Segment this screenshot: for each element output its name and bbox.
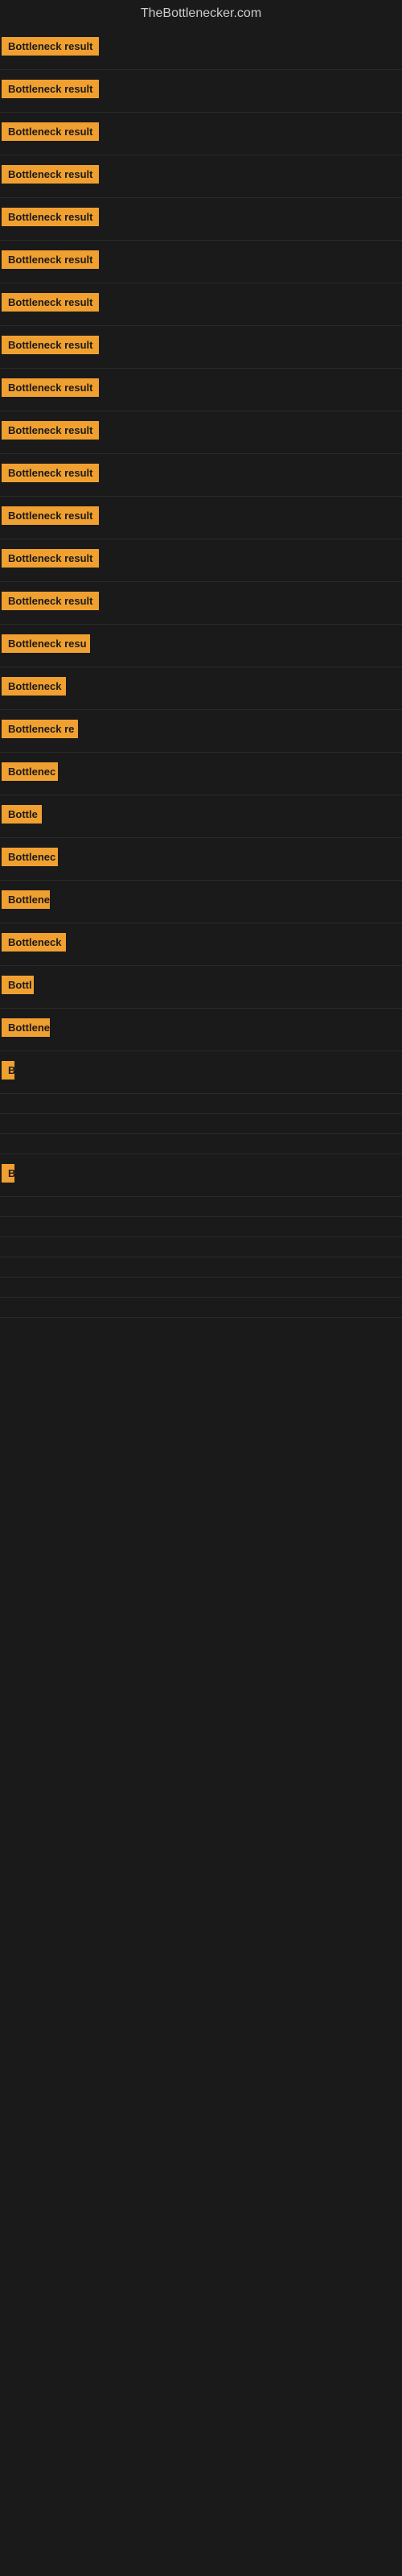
bottleneck-result-bar[interactable]: Bottleneck result — [2, 592, 99, 610]
bottleneck-result-bar[interactable]: B — [2, 1164, 14, 1183]
list-item: Bottleneck result — [0, 454, 402, 497]
list-item: Bottl — [0, 966, 402, 1009]
bottleneck-result-bar[interactable]: Bottleneck result — [2, 421, 99, 440]
list-item: Bottleneck result — [0, 241, 402, 283]
list-item: Bottleneck result — [0, 283, 402, 326]
bottleneck-result-bar[interactable]: Bottleneck result — [2, 165, 99, 184]
bottleneck-result-bar[interactable]: Bottlenec — [2, 848, 58, 866]
list-item: Bottleneck — [0, 667, 402, 710]
list-item: B — [0, 1051, 402, 1094]
bottleneck-result-bar[interactable]: Bottleneck result — [2, 464, 99, 482]
list-item: Bottleneck — [0, 923, 402, 966]
bottleneck-result-bar[interactable]: Bottlene — [2, 890, 50, 909]
bottleneck-result-bar[interactable]: Bottl — [2, 976, 34, 994]
list-item: Bottlenec — [0, 838, 402, 881]
list-item — [0, 1217, 402, 1237]
bottleneck-result-bar[interactable]: Bottlenec — [2, 762, 58, 781]
list-item: Bottleneck result — [0, 155, 402, 198]
bottleneck-result-bar[interactable]: Bottlene — [2, 1018, 50, 1037]
list-item: Bottleneck result — [0, 539, 402, 582]
bottleneck-result-bar[interactable]: Bottleneck result — [2, 250, 99, 269]
bottleneck-result-bar[interactable]: Bottleneck result — [2, 208, 99, 226]
bottleneck-result-bar[interactable]: Bottleneck result — [2, 37, 99, 56]
list-item: B — [0, 1154, 402, 1197]
bottleneck-result-bar[interactable]: Bottleneck result — [2, 549, 99, 568]
list-item: Bottleneck result — [0, 497, 402, 539]
list-item: Bottleneck result — [0, 369, 402, 411]
list-item: Bottleneck resu — [0, 625, 402, 667]
bottleneck-result-bar[interactable]: Bottleneck result — [2, 336, 99, 354]
list-item: Bottleneck result — [0, 198, 402, 241]
list-item — [0, 1278, 402, 1298]
list-item — [0, 1197, 402, 1217]
list-item: Bottlene — [0, 881, 402, 923]
bottleneck-result-bar[interactable]: Bottleneck result — [2, 80, 99, 98]
list-item: Bottle — [0, 795, 402, 838]
list-item: Bottlene — [0, 1009, 402, 1051]
list-item — [0, 1134, 402, 1154]
list-item: Bottleneck result — [0, 27, 402, 70]
list-item — [0, 1298, 402, 1318]
bottleneck-result-bar[interactable]: Bottleneck result — [2, 122, 99, 141]
bottleneck-result-bar[interactable]: Bottleneck result — [2, 378, 99, 397]
list-item: Bottleneck result — [0, 582, 402, 625]
list-item: Bottleneck result — [0, 411, 402, 454]
list-item: Bottleneck result — [0, 70, 402, 113]
bottleneck-result-bar[interactable]: Bottleneck result — [2, 506, 99, 525]
bottleneck-result-bar[interactable]: Bottleneck resu — [2, 634, 90, 653]
list-item — [0, 1257, 402, 1278]
list-item — [0, 1237, 402, 1257]
site-title: TheBottlenecker.com — [0, 0, 402, 27]
list-item — [0, 1114, 402, 1134]
list-item: Bottleneck re — [0, 710, 402, 753]
list-item — [0, 1094, 402, 1114]
bottleneck-result-bar[interactable]: Bottleneck — [2, 933, 66, 952]
list-item: Bottleneck result — [0, 326, 402, 369]
bottleneck-result-bar[interactable]: Bottleneck result — [2, 293, 99, 312]
bottleneck-result-bar[interactable]: B — [2, 1061, 14, 1080]
bottleneck-result-bar[interactable]: Bottle — [2, 805, 42, 824]
bottleneck-result-bar[interactable]: Bottleneck — [2, 677, 66, 696]
list-item: Bottlenec — [0, 753, 402, 795]
bottleneck-result-bar[interactable]: Bottleneck re — [2, 720, 78, 738]
list-item: Bottleneck result — [0, 113, 402, 155]
